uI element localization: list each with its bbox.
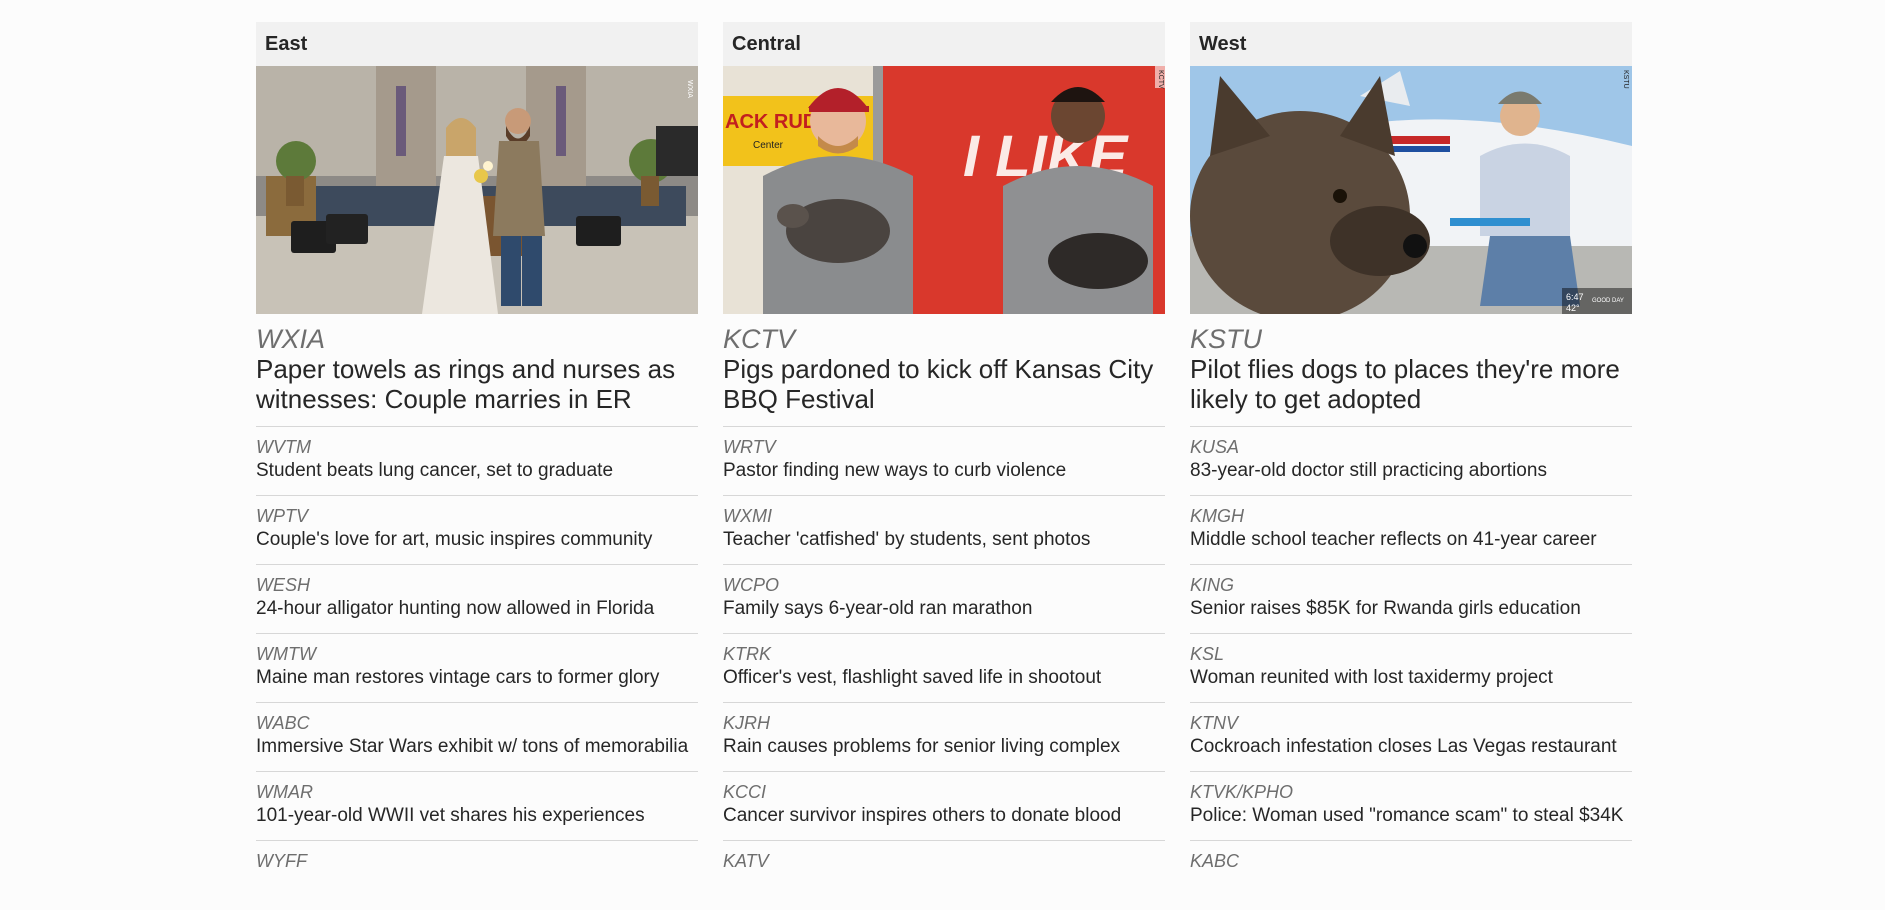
story-headline[interactable]: Police: Woman used "romance scam" to ste… <box>1190 803 1632 828</box>
regional-news-columns: East WXIA WXIA Paper towels as rings and… <box>256 22 1632 910</box>
wedding-photo: WXIA <box>256 66 698 314</box>
list-item[interactable]: WMTW Maine man restores vintage cars to … <box>256 634 698 703</box>
list-item[interactable]: WABC Immersive Star Wars exhibit w/ tons… <box>256 703 698 772</box>
list-item[interactable]: KTNV Cockroach infestation closes Las Ve… <box>1190 703 1632 772</box>
list-item[interactable]: KMGH Middle school teacher reflects on 4… <box>1190 496 1632 565</box>
story-headline[interactable]: 101-year-old WWII vet shares his experie… <box>256 803 698 828</box>
lead-headline-link[interactable]: Pigs pardoned to kick off Kansas City BB… <box>723 354 1165 427</box>
region-heading: Central <box>723 22 1165 66</box>
story-station: WYFF <box>256 851 307 871</box>
story-headline[interactable]: Rain causes problems for senior living c… <box>723 734 1165 759</box>
story-station: KTVK/KPHO <box>1190 782 1294 802</box>
time-overlay: 6:47 <box>1566 292 1584 302</box>
story-headline[interactable]: Cancer survivor inspires others to donat… <box>723 803 1165 828</box>
column-west: West 6:47 42° GOOD DAY KSTU KSTU Pilot f… <box>1190 22 1632 910</box>
temperature-overlay: 42° <box>1566 303 1580 313</box>
lead-station-name: KSTU <box>1190 324 1263 354</box>
lead-story-image[interactable]: 6:47 42° GOOD DAY KSTU <box>1190 66 1632 314</box>
story-headline[interactable]: Teacher 'catfished' by students, sent ph… <box>723 527 1165 552</box>
station-bug: KCTV <box>1157 70 1164 89</box>
story-station: WESH <box>256 575 310 595</box>
station-bug: KSTU <box>1622 70 1629 89</box>
story-headline[interactable]: Immersive Star Wars exhibit w/ tons of m… <box>256 734 698 759</box>
lead-station-name: KCTV <box>723 324 796 354</box>
pigs-photo: ACK RUDNAY Center I LIKE KCTV <box>723 66 1165 314</box>
story-station: WXMI <box>723 506 772 526</box>
lead-story-image[interactable]: WXIA <box>256 66 698 314</box>
station-bug: WXIA <box>686 80 693 98</box>
story-station: WVTM <box>256 437 311 457</box>
story-station: KMGH <box>1190 506 1244 526</box>
show-logo-text: GOOD DAY <box>1592 298 1624 304</box>
region-heading: West <box>1190 22 1632 66</box>
story-headline[interactable]: Maine man restores vintage cars to forme… <box>256 665 698 690</box>
list-item[interactable]: WVTM Student beats lung cancer, set to g… <box>256 427 698 496</box>
list-item[interactable]: WESH 24-hour alligator hunting now allow… <box>256 565 698 634</box>
story-station: WRTV <box>723 437 776 457</box>
story-headline[interactable]: 24-hour alligator hunting now allowed in… <box>256 596 698 621</box>
story-station: WMAR <box>256 782 313 802</box>
region-heading: East <box>256 22 698 66</box>
story-headline[interactable]: Pastor finding new ways to curb violence <box>723 458 1165 483</box>
story-station: WABC <box>256 713 310 733</box>
list-item[interactable]: KTVK/KPHO Police: Woman used "romance sc… <box>1190 772 1632 841</box>
story-headline[interactable]: Cockroach infestation closes Las Vegas r… <box>1190 734 1632 759</box>
list-item[interactable]: WMAR 101-year-old WWII vet shares his ex… <box>256 772 698 841</box>
list-item[interactable]: KABC <box>1190 841 1632 910</box>
story-headline[interactable]: Family says 6-year-old ran marathon <box>723 596 1165 621</box>
story-headline[interactable]: Officer's vest, flashlight saved life in… <box>723 665 1165 690</box>
lead-story-image[interactable]: ACK RUDNAY Center I LIKE KCTV <box>723 66 1165 314</box>
story-headline[interactable]: Middle school teacher reflects on 41-yea… <box>1190 527 1632 552</box>
story-station: KUSA <box>1190 437 1240 457</box>
column-central: Central ACK RUDNAY Center I LIKE KCTV KC… <box>723 22 1165 910</box>
story-headline[interactable]: 83-year-old doctor still practicing abor… <box>1190 458 1632 483</box>
story-station: WPTV <box>256 506 308 526</box>
story-station: KTNV <box>1190 713 1239 733</box>
list-item[interactable]: WXMI Teacher 'catfished' by students, se… <box>723 496 1165 565</box>
story-headline[interactable]: Senior raises $85K for Rwanda girls educ… <box>1190 596 1632 621</box>
story-station: KCCI <box>723 782 767 802</box>
story-headline[interactable]: Student beats lung cancer, set to gradua… <box>256 458 698 483</box>
dog-pilot-photo: 6:47 42° GOOD DAY KSTU <box>1190 66 1632 314</box>
lead-headline-link[interactable]: Pilot flies dogs to places they're more … <box>1190 354 1632 427</box>
story-headline[interactable]: Couple's love for art, music inspires co… <box>256 527 698 552</box>
list-item[interactable]: WPTV Couple's love for art, music inspir… <box>256 496 698 565</box>
list-item[interactable]: KSL Woman reunited with lost taxidermy p… <box>1190 634 1632 703</box>
story-station: KABC <box>1190 851 1240 871</box>
list-item[interactable]: WYFF <box>256 841 698 910</box>
column-east: East WXIA WXIA Paper towels as rings and… <box>256 22 698 910</box>
list-item[interactable]: KCCI Cancer survivor inspires others to … <box>723 772 1165 841</box>
story-station: KATV <box>723 851 769 871</box>
list-item[interactable]: WRTV Pastor finding new ways to curb vio… <box>723 427 1165 496</box>
story-station: KING <box>1190 575 1235 595</box>
story-station: KSL <box>1190 644 1225 664</box>
story-headline[interactable]: Woman reunited with lost taxidermy proje… <box>1190 665 1632 690</box>
lead-headline-link[interactable]: Paper towels as rings and nurses as witn… <box>256 354 698 427</box>
story-station: KJRH <box>723 713 771 733</box>
story-station: KTRK <box>723 644 772 664</box>
list-item[interactable]: KING Senior raises $85K for Rwanda girls… <box>1190 565 1632 634</box>
list-item[interactable]: KUSA 83-year-old doctor still practicing… <box>1190 427 1632 496</box>
list-item[interactable]: KTRK Officer's vest, flashlight saved li… <box>723 634 1165 703</box>
list-item[interactable]: KATV <box>723 841 1165 910</box>
list-item[interactable]: WCPO Family says 6-year-old ran marathon <box>723 565 1165 634</box>
lead-station-name: WXIA <box>256 324 326 354</box>
story-station: WCPO <box>723 575 779 595</box>
story-station: WMTW <box>256 644 316 664</box>
list-item[interactable]: KJRH Rain causes problems for senior liv… <box>723 703 1165 772</box>
banner-subtext: Center <box>753 140 784 151</box>
